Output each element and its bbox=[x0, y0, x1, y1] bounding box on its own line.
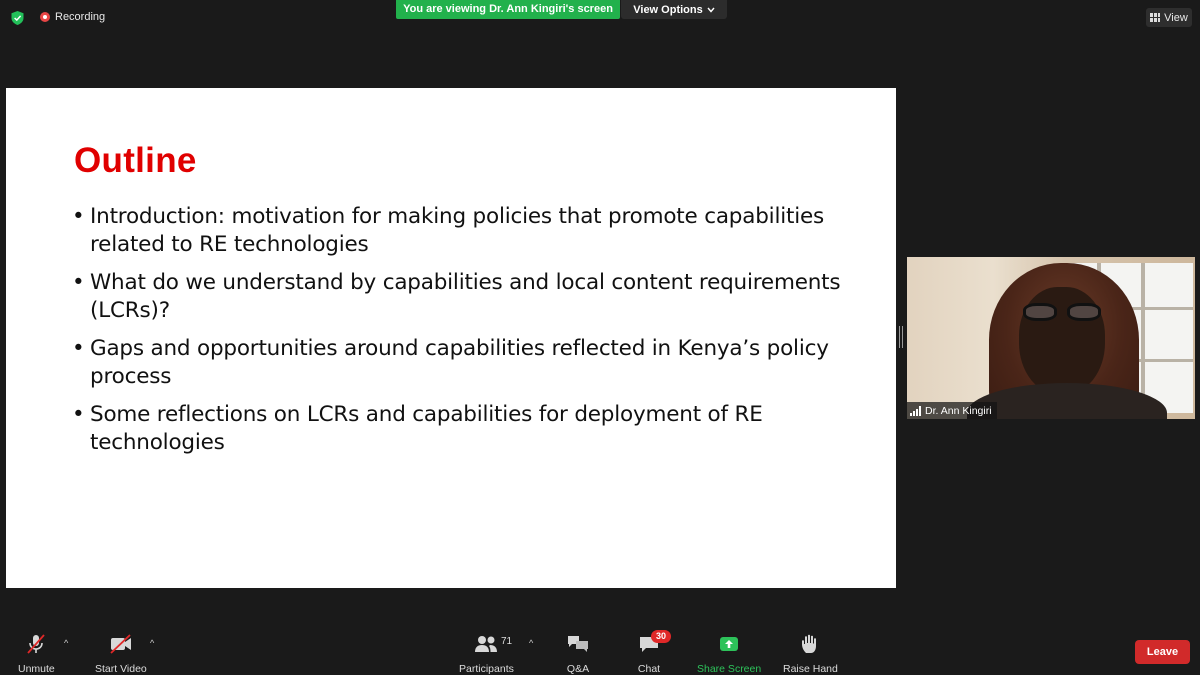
view-options-label: View Options bbox=[633, 3, 703, 16]
grid-view-icon bbox=[1150, 13, 1161, 22]
raise-hand-label: Raise Hand bbox=[783, 663, 838, 675]
raise-hand-button[interactable]: Raise Hand bbox=[783, 633, 838, 675]
slide-title: Outline bbox=[74, 141, 197, 180]
meeting-toolbar bbox=[0, 625, 1200, 675]
signal-strength-icon bbox=[910, 405, 921, 416]
audio-options-caret-icon[interactable]: ^ bbox=[64, 639, 72, 648]
start-video-label: Start Video bbox=[95, 663, 147, 675]
participant-name-tag: Dr. Ann Kingiri bbox=[907, 402, 997, 419]
view-label: View bbox=[1164, 11, 1188, 24]
chat-unread-badge: 30 bbox=[651, 630, 671, 643]
top-bar: Recording You are viewing Dr. Ann Kingir… bbox=[0, 0, 1200, 36]
leave-meeting-button[interactable]: Leave bbox=[1135, 640, 1190, 664]
recording-label: Recording bbox=[55, 11, 106, 23]
unmute-label: Unmute bbox=[18, 663, 55, 675]
view-button[interactable]: View bbox=[1146, 8, 1192, 27]
share-screen-label: Share Screen bbox=[697, 663, 762, 675]
microphone-muted-icon bbox=[25, 633, 47, 655]
chat-label: Chat bbox=[637, 663, 661, 675]
video-options-caret-icon[interactable]: ^ bbox=[150, 639, 158, 648]
participant-name: Dr. Ann Kingiri bbox=[925, 404, 992, 417]
qa-button[interactable]: Q&A bbox=[566, 633, 590, 675]
share-screen-button[interactable]: Share Screen bbox=[697, 633, 761, 675]
slide-bullet: Gaps and opportunities around capabiliti… bbox=[72, 335, 862, 391]
viewing-screen-banner: You are viewing Dr. Ann Kingiri's screen bbox=[396, 0, 620, 19]
share-screen-icon bbox=[718, 633, 740, 655]
recording-indicator[interactable]: Recording bbox=[40, 11, 105, 23]
view-options-button[interactable]: View Options bbox=[621, 0, 727, 19]
qa-bubbles-icon bbox=[566, 633, 590, 655]
panel-resize-handle[interactable] bbox=[899, 326, 903, 348]
participants-count: 71 bbox=[501, 636, 513, 647]
participant-video-tile[interactable]: Dr. Ann Kingiri bbox=[907, 257, 1195, 419]
video-camera-off-icon bbox=[109, 633, 133, 655]
start-video-button[interactable]: Start Video bbox=[95, 633, 147, 675]
participants-options-caret-icon[interactable]: ^ bbox=[529, 639, 537, 648]
participants-label: Participants bbox=[459, 663, 514, 675]
raised-hand-icon bbox=[800, 633, 820, 655]
slide-bullet: What do we understand by capabilities an… bbox=[72, 269, 862, 325]
slide-bullet: Introduction: motivation for making poli… bbox=[72, 203, 862, 259]
shared-screen-slide: Outline Introduction: motivation for mak… bbox=[6, 88, 896, 588]
slide-bullet-list: Introduction: motivation for making poli… bbox=[72, 203, 862, 467]
slide-bullet: Some reflections on LCRs and capabilitie… bbox=[72, 401, 862, 457]
unmute-button[interactable]: Unmute bbox=[18, 633, 55, 675]
shield-icon[interactable] bbox=[11, 11, 24, 25]
participants-icon bbox=[473, 633, 499, 655]
record-icon bbox=[40, 12, 50, 22]
chevron-down-icon bbox=[707, 7, 715, 13]
qa-label: Q&A bbox=[566, 663, 590, 675]
